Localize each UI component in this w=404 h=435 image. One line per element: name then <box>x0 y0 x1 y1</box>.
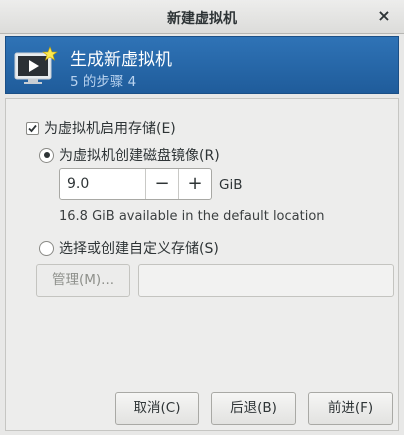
checkmark-icon <box>28 124 37 132</box>
disk-size-input[interactable]: 9.0 <box>60 169 145 199</box>
close-button[interactable]: × <box>374 6 394 26</box>
cancel-button[interactable]: 取消(C) <box>115 392 199 425</box>
create-disk-image-label: 为虚拟机创建磁盘镜像(R) <box>59 148 220 164</box>
create-disk-image-row[interactable]: 为虚拟机创建磁盘镜像(R) <box>39 145 220 165</box>
wizard-step-indicator: 5 的步骤 4 <box>70 74 137 90</box>
increment-button[interactable]: + <box>178 169 211 199</box>
disk-size-spinbox[interactable]: 9.0 − + <box>59 168 212 200</box>
size-unit-label: GiB <box>219 177 243 193</box>
enable-storage-label: 为虚拟机启用存储(E) <box>44 121 176 137</box>
manage-storage-button[interactable]: 管理(M)... <box>36 264 130 297</box>
back-button[interactable]: 后退(B) <box>211 392 296 425</box>
window-title: 新建虚拟机 <box>167 11 237 27</box>
title-bar: 新建虚拟机 × <box>0 0 404 34</box>
available-space-text: 16.8 GiB available in the default locati… <box>59 209 325 224</box>
create-disk-image-radio[interactable] <box>39 147 54 163</box>
custom-storage-row[interactable]: 选择或创建自定义存储(S) <box>39 238 219 258</box>
custom-storage-path-field[interactable] <box>138 264 394 297</box>
forward-button[interactable]: 前进(F) <box>308 392 393 425</box>
wizard-header-banner: 生成新虚拟机 5 的步骤 4 <box>5 36 399 94</box>
enable-storage-checkbox[interactable] <box>26 121 39 135</box>
wizard-title: 生成新虚拟机 <box>70 50 172 70</box>
enable-storage-row[interactable]: 为虚拟机启用存储(E) <box>26 118 176 138</box>
storage-panel: 为虚拟机启用存储(E) 为虚拟机创建磁盘镜像(R) 9.0 − + GiB 16… <box>5 98 399 431</box>
custom-storage-radio[interactable] <box>39 240 54 256</box>
custom-storage-label: 选择或创建自定义存储(S) <box>59 241 219 257</box>
monitor-new-vm-icon <box>14 46 58 84</box>
decrement-button[interactable]: − <box>145 169 178 199</box>
